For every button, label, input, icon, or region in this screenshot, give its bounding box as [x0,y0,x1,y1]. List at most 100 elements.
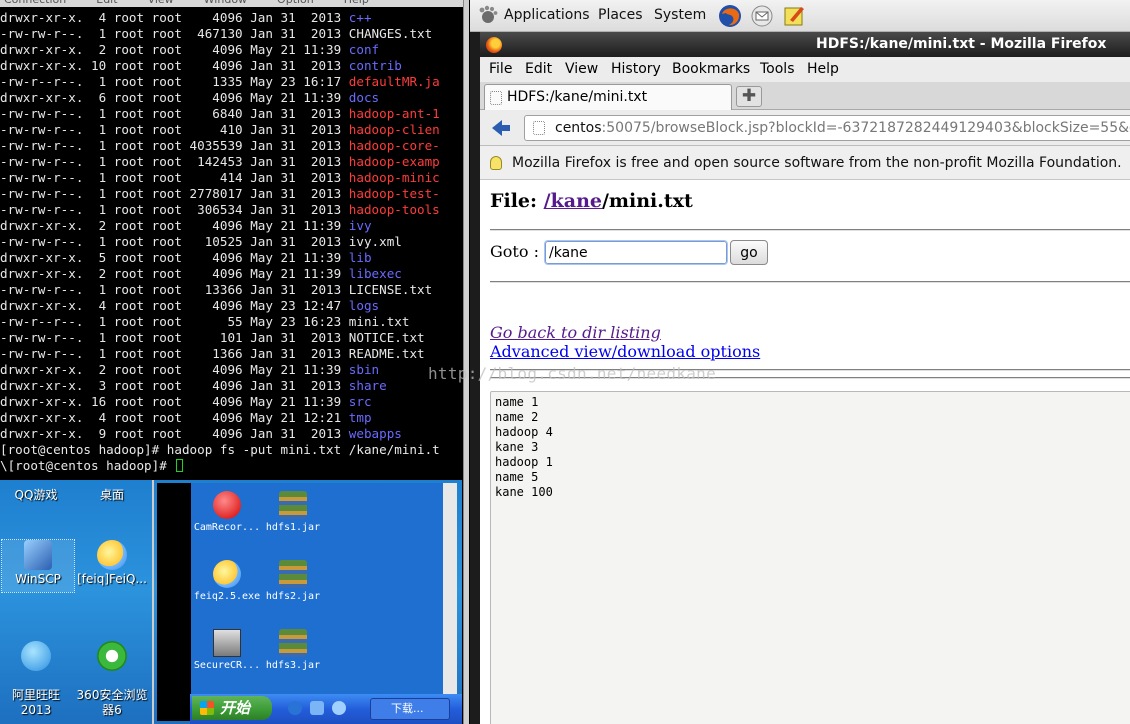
menu-places[interactable]: Places [598,7,643,23]
menu-history[interactable]: History [611,61,661,77]
terminal-line: drwxr-xr-x. 10 root root 4096 Jan 31 201… [0,58,440,74]
taskbar-item-download[interactable]: 下载... [370,698,450,720]
terminal-prompt-line[interactable]: \[root@centos hadoop]# [0,458,440,474]
start-button[interactable]: 开始 [192,696,272,720]
back-arrow-icon[interactable] [490,117,512,139]
file-name: logs [348,298,380,313]
file-item[interactable]: hdfs3.jar [257,629,329,672]
tab-active[interactable]: HDFS:/kane/mini.txt [484,84,732,110]
go-button[interactable]: go [730,240,768,265]
file-label: hdfs3.jar [265,660,321,671]
file-name: sbin [348,362,380,377]
file-attrs: drwxr-xr-x. 6 root root 4096 May 21 11:3… [0,90,349,105]
file-name: hadoop-ant-1 [348,106,440,121]
heading-prefix: File: [490,190,544,212]
heading-dir-link[interactable]: /kane [544,190,602,212]
terminal-command-line: [root@centos hadoop]# hadoop fs -put min… [0,442,440,457]
menu-edit[interactable]: Edit [525,61,552,77]
terminal-menu-item[interactable]: Connection [4,0,66,6]
terminal-window[interactable]: Connection Edit View Window Option Help drwxr… [0,0,463,480]
tab-title: HDFS:/kane/mini.txt [507,89,648,105]
menu-system[interactable]: System [654,7,706,23]
aliwangwang-icon [21,641,51,671]
file-name: src [348,394,372,409]
firefox-titlebar[interactable]: HDFS:/kane/mini.txt - Mozilla Firefox [480,32,1130,57]
terminal-line: drwxr-xr-x. 4 root root 4096 May 21 12:2… [0,410,440,426]
firefox-tabbar: HDFS:/kane/mini.txt ✚ [480,82,1130,110]
goto-input[interactable] [544,240,728,265]
start-label: 开始 [220,699,251,717]
quicklaunch-messenger-icon[interactable] [332,701,346,715]
divider [490,229,1130,231]
file-name: NOTICE.txt [348,330,425,345]
menu-applications[interactable]: Applications [504,7,590,23]
file-attrs: -rw-rw-r--. 1 root root 142453 Jan 31 20… [0,154,349,169]
terminal-menu-item[interactable]: Edit [96,0,117,6]
file-label: feiq2.5.exe [193,591,261,602]
firefox-logo-icon [486,37,502,53]
desktop-icon-winscp[interactable]: WinSCP [1,539,75,593]
file-name: defaultMR.ja [348,74,440,89]
camrecorder-icon [213,491,241,519]
file-attrs: -rw-rw-r--. 1 root root 306534 Jan 31 20… [0,202,349,217]
file-item[interactable]: SecureCR... [191,629,263,672]
terminal-menu-item[interactable]: Option [277,0,314,6]
menu-file[interactable]: File [489,61,512,77]
terminal-cursor [176,459,184,472]
desktop-icon-desktop[interactable]: 桌面 [76,488,148,503]
file-explorer-window: CamRecor... hdfs1.jar feiq2.5.exe hdfs2.… [152,480,462,724]
goto-label: Goto : [490,242,539,261]
file-name: webapps [348,426,402,441]
file-name: hadoop-test- [348,186,440,201]
gnome-foot-icon [479,5,498,23]
terminal-menu-item[interactable]: Window [204,0,247,6]
dir-listing-link[interactable]: Go back to dir listing [490,323,661,342]
terminal-menu-item[interactable]: Help [344,0,369,6]
terminal-menu-item[interactable]: View [148,0,174,6]
file-name: hadoop-clien [348,122,440,137]
file-name: libexec [348,266,402,281]
file-item[interactable]: feiq2.5.exe [191,560,263,603]
file-attrs: drwxr-xr-x. 9 root root 4096 Jan 31 2013 [0,426,349,441]
file-attrs: -rw-rw-r--. 1 root root 13366 Jan 31 201… [0,282,349,297]
desktop-icon-aliwangwang[interactable]: 阿里旺旺 2013 [0,626,72,718]
terminal-output: drwxr-xr-x. 4 root root 4096 Jan 31 2013… [0,10,440,474]
terminal-line: -rw-rw-r--. 1 root root 6840 Jan 31 2013… [0,106,440,122]
terminal-scrollbar[interactable] [463,0,469,724]
file-attrs: -rw-rw-r--. 1 root root 6840 Jan 31 2013 [0,106,349,121]
file-attrs: -rw-rw-r--. 1 root root 414 Jan 31 2013 [0,170,349,185]
file-item[interactable]: CamRecor... [191,491,263,534]
terminal-line: drwxr-xr-x. 4 root root 4096 Jan 31 2013… [0,10,440,26]
menu-help[interactable]: Help [807,61,839,77]
file-item[interactable]: hdfs2.jar [257,560,329,603]
terminal-line: drwxr-xr-x. 16 root root 4096 May 21 11:… [0,394,440,410]
advanced-options-link[interactable]: Advanced view/download options [490,342,760,361]
task-label: 下载... [391,702,424,715]
firefox-icon[interactable] [718,4,742,28]
desktop-icon-360-browser[interactable]: 360安全浏览 器6 [76,626,148,718]
file-attrs: -rw-r--r--. 1 root root 1335 May 23 16:1… [0,74,349,89]
file-attrs: -rw-rw-r--. 1 root root 101 Jan 31 2013 [0,330,349,345]
menu-tools[interactable]: Tools [760,61,795,77]
new-tab-button[interactable]: ✚ [736,86,762,107]
mail-icon[interactable] [750,4,774,28]
quicklaunch-ie-icon[interactable] [288,701,302,715]
desktop-icon-qq-game[interactable]: QQ游戏 [0,488,72,503]
terminal-line: -rw-rw-r--. 1 root root 410 Jan 31 2013 … [0,122,440,138]
file-content-textarea[interactable]: name 1 name 2 hadoop 4 kane 3 hadoop 1 n… [490,391,1130,724]
desktop-icon-feiq[interactable]: [feiq]FeiQ... [76,540,148,587]
explorer-sidebar [157,483,191,721]
terminal-line: drwxr-xr-x. 2 root root 4096 May 21 11:3… [0,42,440,58]
divider [490,281,1130,283]
menu-bookmarks[interactable]: Bookmarks [672,61,750,77]
file-name: hadoop-core- [348,138,440,153]
url-path: :50075/browseBlock.jsp?blockId=-63721872… [601,120,1130,136]
url-bar[interactable]: centos:50075/browseBlock.jsp?blockId=-63… [524,115,1130,141]
explorer-scrollbar[interactable] [443,483,457,695]
file-item[interactable]: hdfs1.jar [257,491,329,534]
notes-icon[interactable] [782,4,806,28]
quicklaunch-tool-icon[interactable] [310,701,324,715]
windows-logo-icon [200,701,214,715]
file-name: contrib [348,58,402,73]
menu-view[interactable]: View [565,61,598,77]
